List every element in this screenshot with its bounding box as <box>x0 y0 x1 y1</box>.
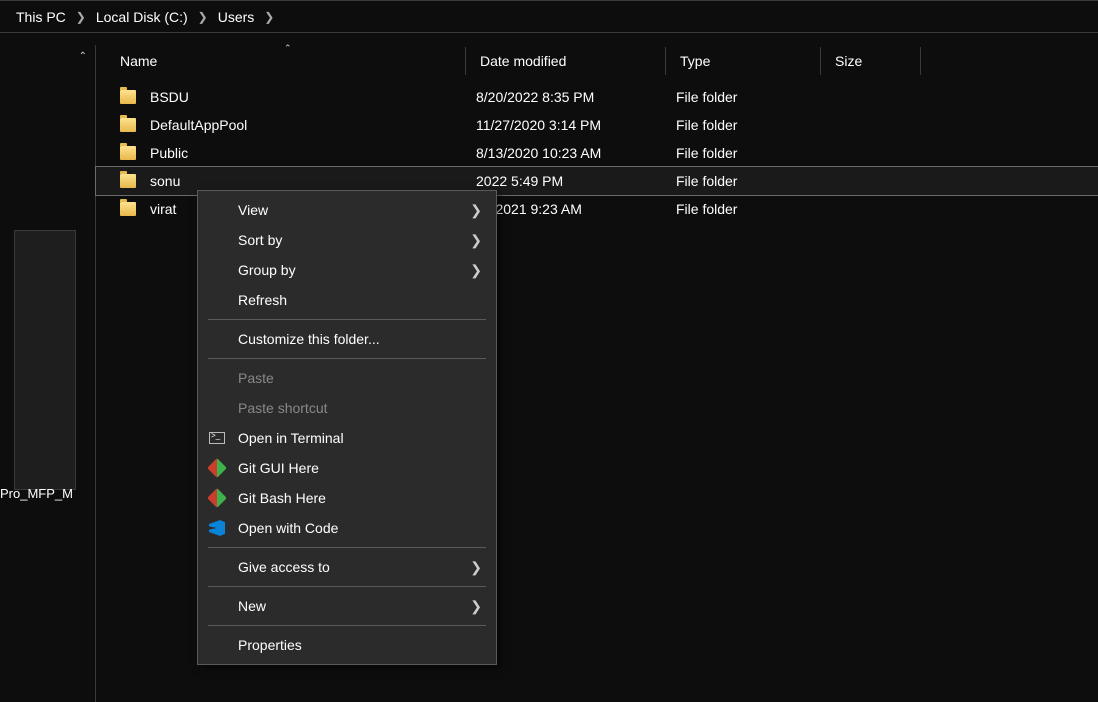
file-type: File folder <box>676 145 831 161</box>
git-icon <box>208 459 226 477</box>
sidebar-item-label[interactable]: Pro_MFP_M <box>0 486 73 501</box>
breadcrumb: This PC ❯ Local Disk (C:) ❯ Users ❯ <box>0 1 1098 33</box>
context-menu-item[interactable]: Sort by ❯ <box>198 225 496 255</box>
file-type: File folder <box>676 173 831 189</box>
folder-icon <box>120 202 136 216</box>
terminal-icon <box>208 429 226 447</box>
context-menu-item[interactable]: Refresh <box>198 285 496 315</box>
file-date: 2022 5:49 PM <box>476 173 676 189</box>
context-menu-item[interactable]: View ❯ <box>198 195 496 225</box>
context-menu: View ❯ Sort by ❯ Group by ❯ Refresh Customize t… <box>197 190 497 665</box>
git-icon <box>208 489 226 507</box>
column-headers: Name Date modified Type Size <box>96 45 1098 77</box>
context-menu-label: Paste shortcut <box>238 400 328 416</box>
folder-icon <box>120 118 136 132</box>
context-menu-separator <box>208 319 486 320</box>
column-header-type[interactable]: Type <box>666 47 821 75</box>
context-menu-label: Customize this folder... <box>238 331 380 347</box>
file-type: File folder <box>676 117 831 133</box>
context-menu-item[interactable]: Git Bash Here <box>198 483 496 513</box>
folder-icon <box>120 174 136 188</box>
breadcrumb-users[interactable]: Users <box>210 7 263 27</box>
file-name: DefaultAppPool <box>150 117 476 133</box>
chevron-right-icon: ❯ <box>470 202 482 219</box>
breadcrumb-thispc[interactable]: This PC <box>8 7 74 27</box>
chevron-right-icon: ❯ <box>470 232 482 249</box>
context-menu-item[interactable]: Open with Code <box>198 513 496 543</box>
column-header-name[interactable]: Name <box>96 47 466 75</box>
file-date: 8/13/2020 10:23 AM <box>476 145 676 161</box>
file-name: sonu <box>150 173 476 189</box>
file-date: 10/2021 9:23 AM <box>476 201 676 217</box>
context-menu-separator <box>208 625 486 626</box>
column-header-date[interactable]: Date modified <box>466 47 666 75</box>
context-menu-separator <box>208 358 486 359</box>
context-menu-label: Give access to <box>238 559 330 575</box>
context-menu-separator <box>208 586 486 587</box>
context-menu-label: Properties <box>238 637 302 653</box>
folder-icon <box>120 146 136 160</box>
folder-icon <box>120 90 136 104</box>
file-name: Public <box>150 145 476 161</box>
context-menu-label: Open in Terminal <box>238 430 344 446</box>
scroll-up-icon[interactable]: ⌃ <box>0 51 95 62</box>
chevron-right-icon: ❯ <box>262 10 276 24</box>
context-menu-label: Git Bash Here <box>238 490 326 506</box>
vscode-icon <box>208 519 226 537</box>
sidebar-preview-block[interactable] <box>14 230 76 490</box>
file-type: File folder <box>676 201 831 217</box>
context-menu-item: Paste shortcut <box>198 393 496 423</box>
context-menu-item[interactable]: New ❯ <box>198 591 496 621</box>
context-menu-item[interactable]: Customize this folder... <box>198 324 496 354</box>
context-menu-label: Open with Code <box>238 520 338 536</box>
context-menu-label: View <box>238 202 268 218</box>
chevron-right-icon: ❯ <box>470 559 482 576</box>
chevron-right-icon: ❯ <box>74 10 88 24</box>
content-area: ⌃ Pro_MFP_M ⌃ Name Date modified Type Si… <box>0 45 1098 702</box>
chevron-right-icon: ❯ <box>470 262 482 279</box>
chevron-right-icon: ❯ <box>470 598 482 615</box>
context-menu-item[interactable]: Properties <box>198 630 496 660</box>
file-type: File folder <box>676 89 831 105</box>
sidebar: ⌃ Pro_MFP_M <box>0 45 96 702</box>
context-menu-label: Refresh <box>238 292 287 308</box>
context-menu-label: Group by <box>238 262 296 278</box>
context-menu-label: Paste <box>238 370 274 386</box>
chevron-right-icon: ❯ <box>196 10 210 24</box>
file-row[interactable]: Public8/13/2020 10:23 AMFile folder <box>96 139 1098 167</box>
context-menu-item[interactable]: Give access to ❯ <box>198 552 496 582</box>
column-header-size[interactable]: Size <box>821 47 921 75</box>
context-menu-item[interactable]: Open in Terminal <box>198 423 496 453</box>
file-date: 11/27/2020 3:14 PM <box>476 117 676 133</box>
context-menu-item[interactable]: Git GUI Here <box>198 453 496 483</box>
context-menu-label: New <box>238 598 266 614</box>
context-menu-label: Git GUI Here <box>238 460 319 476</box>
context-menu-item: Paste <box>198 363 496 393</box>
file-date: 8/20/2022 8:35 PM <box>476 89 676 105</box>
context-menu-item[interactable]: Group by ❯ <box>198 255 496 285</box>
file-name: BSDU <box>150 89 476 105</box>
file-row[interactable]: DefaultAppPool11/27/2020 3:14 PMFile fol… <box>96 111 1098 139</box>
file-row[interactable]: BSDU8/20/2022 8:35 PMFile folder <box>96 83 1098 111</box>
context-menu-separator <box>208 547 486 548</box>
breadcrumb-drive[interactable]: Local Disk (C:) <box>88 7 196 27</box>
context-menu-label: Sort by <box>238 232 282 248</box>
